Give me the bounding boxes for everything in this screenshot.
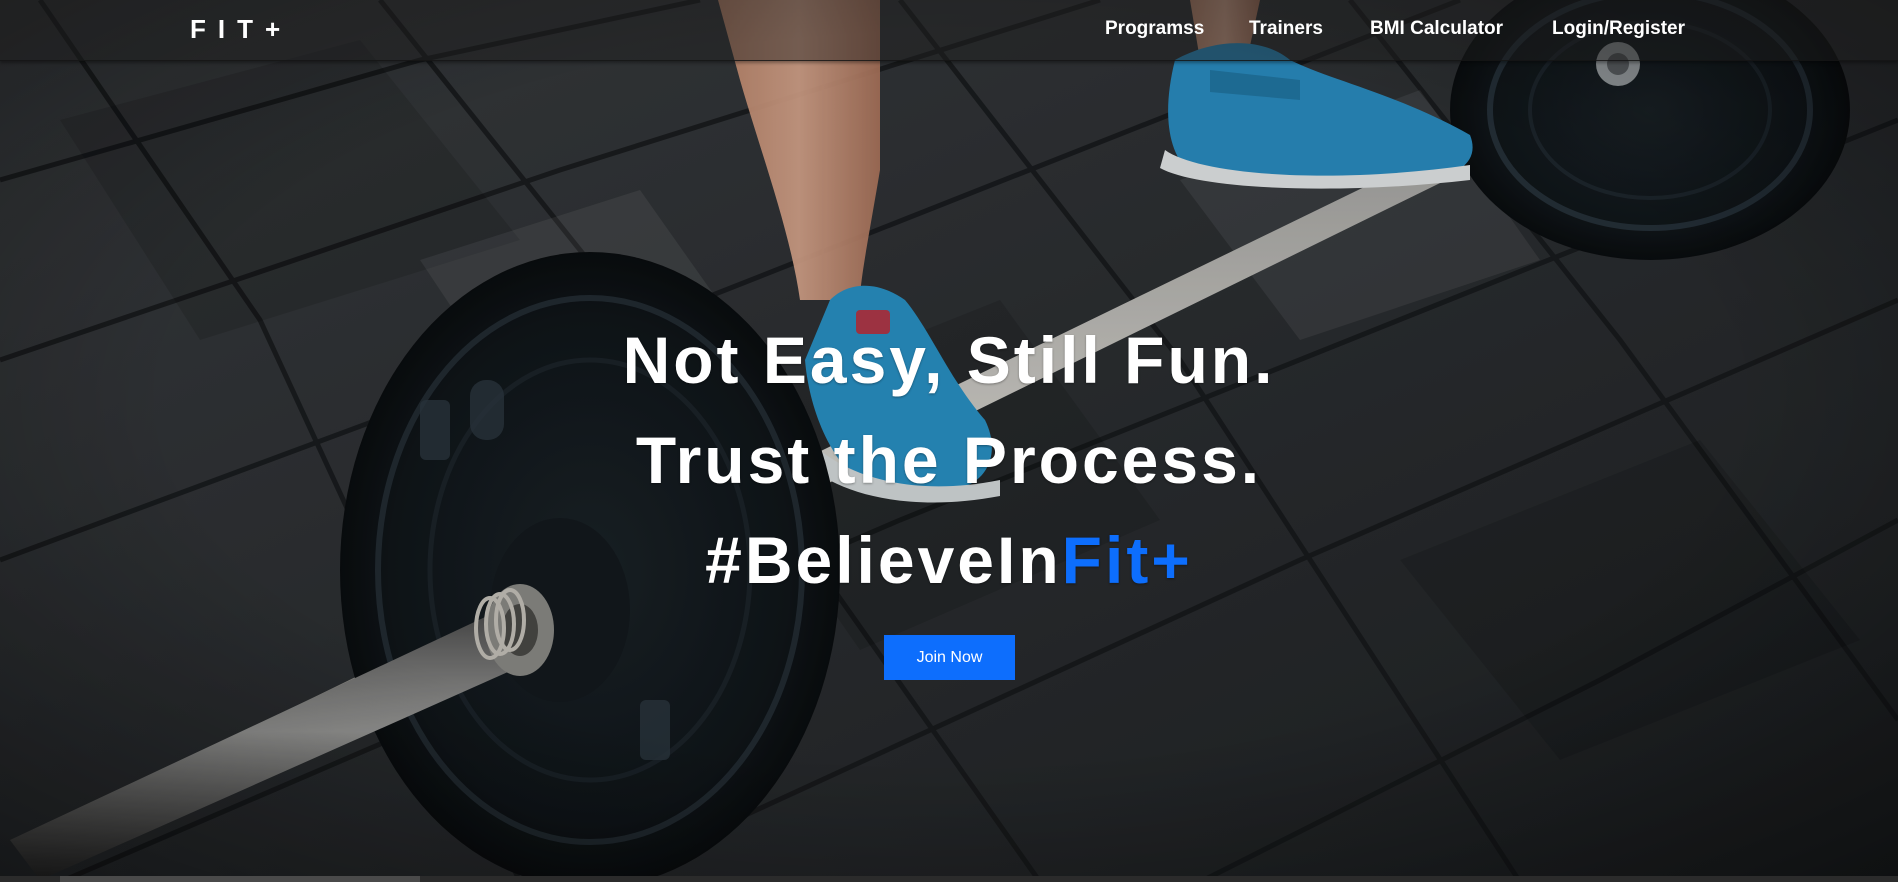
- nav-link-login-register[interactable]: Login/Register: [1552, 18, 1685, 40]
- nav-link-bmi-calculator[interactable]: BMI Calculator: [1370, 18, 1503, 40]
- hashtag-prefix: #BelieveIn: [705, 523, 1062, 597]
- nav-link-trainers[interactable]: Trainers: [1249, 18, 1323, 40]
- horizontal-scrollbar-thumb[interactable]: [60, 876, 420, 882]
- hero-headline-line-1: Not Easy, Still Fun.: [622, 323, 1276, 397]
- hashtag-accent: Fit+: [1061, 523, 1193, 597]
- nav-links: Programss Trainers BMI Calculator Login/…: [0, 18, 1898, 42]
- nav-link-programs[interactable]: Programss: [1105, 18, 1204, 40]
- top-navbar: FIT+ Programss Trainers BMI Calculator L…: [0, 0, 1898, 61]
- hero-headline-line-2: Trust the Process.: [635, 423, 1263, 497]
- join-now-button[interactable]: Join Now: [884, 635, 1015, 680]
- hero-headline-line-3: #BelieveInFit+: [0, 522, 1898, 598]
- hero-section: FIT+ Programss Trainers BMI Calculator L…: [0, 0, 1898, 882]
